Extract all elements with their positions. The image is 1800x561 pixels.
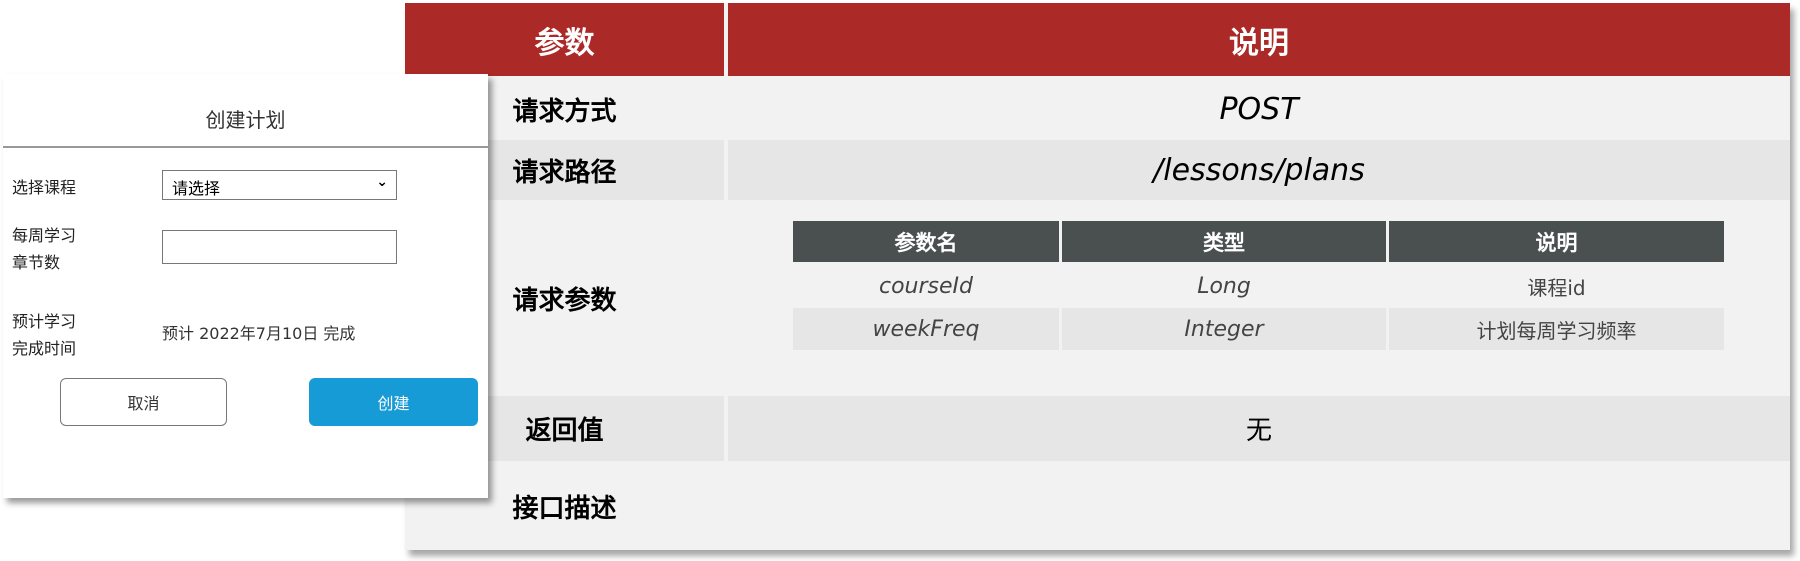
weekly-label-line1: 每周学习 <box>12 226 77 245</box>
finish-label: 预计学习 完成时间 <box>12 308 76 362</box>
api-table: 参数 说明 请求方式 POST 请求路径 /lessons/plans 请求参数… <box>405 3 1790 550</box>
course-select-value: 请选择 <box>172 179 221 198</box>
param-header-name: 参数名 <box>793 221 1059 262</box>
param-header-desc: 说明 <box>1389 221 1724 262</box>
chevron-down-icon: ⌄ <box>376 174 388 190</box>
param-cell: Integer <box>1062 308 1386 350</box>
param-cell: weekFreq <box>793 308 1059 350</box>
finish-date-value: 预计 2022年7月10日 完成 <box>162 324 356 343</box>
create-button[interactable]: 创建 <box>309 378 478 426</box>
param-cell: 计划每周学习频率 <box>1389 308 1724 350</box>
header-desc: 说明 <box>728 3 1790 76</box>
dialog-title: 创建计划 <box>205 108 286 132</box>
row-value-return: 无 <box>728 396 1790 461</box>
param-cell: courseId <box>793 267 1059 306</box>
cancel-button[interactable]: 取消 <box>60 378 227 426</box>
weekly-label-line2: 章节数 <box>12 253 61 272</box>
header-param: 参数 <box>405 3 724 76</box>
param-header-type: 类型 <box>1062 221 1386 262</box>
course-label: 选择课程 <box>12 178 77 197</box>
row-value-path: /lessons/plans <box>728 140 1790 200</box>
finish-label-line1: 预计学习 <box>12 312 77 331</box>
weekly-chapters-input[interactable] <box>162 230 397 264</box>
param-cell: 课程id <box>1389 267 1724 306</box>
row-value-description <box>728 463 1790 550</box>
weekly-label: 每周学习 章节数 <box>12 222 76 276</box>
create-plan-dialog: 创建计划 选择课程 请选择 ⌄ 每周学习章节数 预计学习完成时间 预计 2022… <box>3 74 488 498</box>
finish-label-line2: 完成时间 <box>12 339 77 358</box>
row-value-method: POST <box>728 81 1790 138</box>
param-cell: Long <box>1062 267 1386 306</box>
course-select[interactable]: 请选择 ⌄ <box>162 170 397 200</box>
title-divider <box>3 146 488 148</box>
